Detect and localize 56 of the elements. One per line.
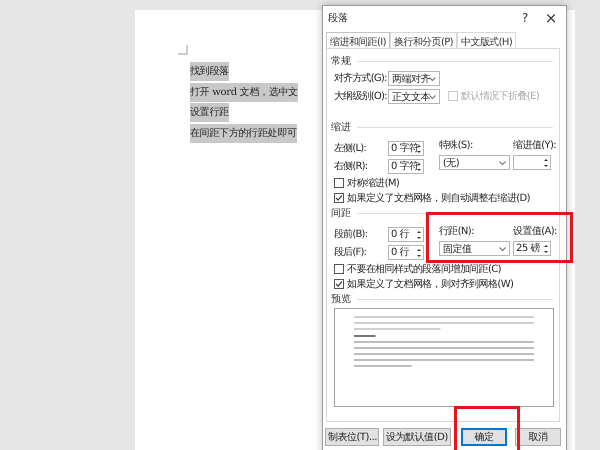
field-label: 段后(F): <box>334 246 368 259</box>
checkbox[interactable] <box>334 192 344 202</box>
document-text: 设置行距 <box>190 103 229 122</box>
field-label: 大纲级别(O): <box>334 90 388 103</box>
document-text: 打开 word 文档，选中文 <box>190 82 298 102</box>
help-button[interactable]: ? <box>512 11 538 25</box>
spin-field[interactable] <box>513 155 551 170</box>
checkbox-label: 不要在相同样式的段落间增加间距(C) <box>347 262 501 276</box>
spin-arrows-icon <box>416 228 422 240</box>
checkbox-label: 默认情况下折叠(E) <box>461 90 540 103</box>
section-heading: 常规 <box>331 54 351 68</box>
tab[interactable]: 缩进和间距(I) <box>326 32 390 48</box>
spin-field[interactable]: 0 行 <box>388 226 424 242</box>
document-text: 找到段落 <box>190 62 229 81</box>
section-heading: 预览 <box>331 293 351 306</box>
dropdown[interactable]: 固定值 <box>438 241 510 256</box>
caret-icon <box>429 76 436 80</box>
tab[interactable]: 换行和分页(P) <box>390 32 457 48</box>
close-button[interactable]: × <box>538 9 564 27</box>
field-label: 对齐方式(G): <box>334 72 388 85</box>
dropdown[interactable]: 两端对齐 <box>388 70 440 86</box>
spin-field[interactable]: 0 字符 <box>388 140 424 156</box>
field-label: 段前(B): <box>334 228 368 241</box>
dialog-title: 段落 <box>328 12 349 25</box>
field-label: 左侧(L): <box>334 142 367 155</box>
section-heading: 缩进 <box>331 120 351 134</box>
checkbox-label: 如果定义了文档网格，则自动调整右缩进(D) <box>347 192 530 204</box>
dialog-button[interactable]: 制表位(T)... <box>325 428 379 446</box>
section-heading: 间距 <box>331 207 351 220</box>
dropdown[interactable]: 正文文本 <box>388 88 440 104</box>
spin-field[interactable]: 0 字符 <box>388 158 424 174</box>
highlight-frame <box>454 406 520 450</box>
caret-icon <box>429 94 436 98</box>
tab[interactable]: 中文版式(H) <box>457 32 516 48</box>
field-label: 右侧(R): <box>334 160 368 173</box>
field-label: 特殊(S): <box>438 138 474 153</box>
checkbox[interactable] <box>334 278 344 288</box>
dialog-button[interactable]: 确定 <box>461 428 507 446</box>
spin-field[interactable]: 25 磅 <box>513 241 551 256</box>
checkbox-label: 对称缩进(M) <box>347 176 400 190</box>
dialog-button[interactable]: 设为默认值(D) <box>383 428 451 446</box>
caret-icon <box>498 247 506 251</box>
spin-arrows-icon <box>543 243 549 255</box>
caret-icon <box>498 161 506 165</box>
spin-arrows-icon <box>543 157 549 169</box>
checkbox[interactable] <box>334 178 344 188</box>
checkbox[interactable] <box>334 264 344 274</box>
spin-arrows-icon <box>416 246 422 258</box>
field-label: 行距(N): <box>438 225 475 239</box>
document-text: 在间距下方的行距处即可 <box>190 124 297 142</box>
field-label: 缩进值(Y): <box>513 138 553 153</box>
dropdown[interactable]: (无) <box>438 155 510 170</box>
margin-corner-icon <box>178 45 188 55</box>
checkbox-label: 如果定义了文档网格，则对齐到网格(W) <box>347 278 514 290</box>
dialog-button[interactable]: 取消 <box>515 428 561 446</box>
spin-field[interactable]: 0 行 <box>388 244 424 260</box>
